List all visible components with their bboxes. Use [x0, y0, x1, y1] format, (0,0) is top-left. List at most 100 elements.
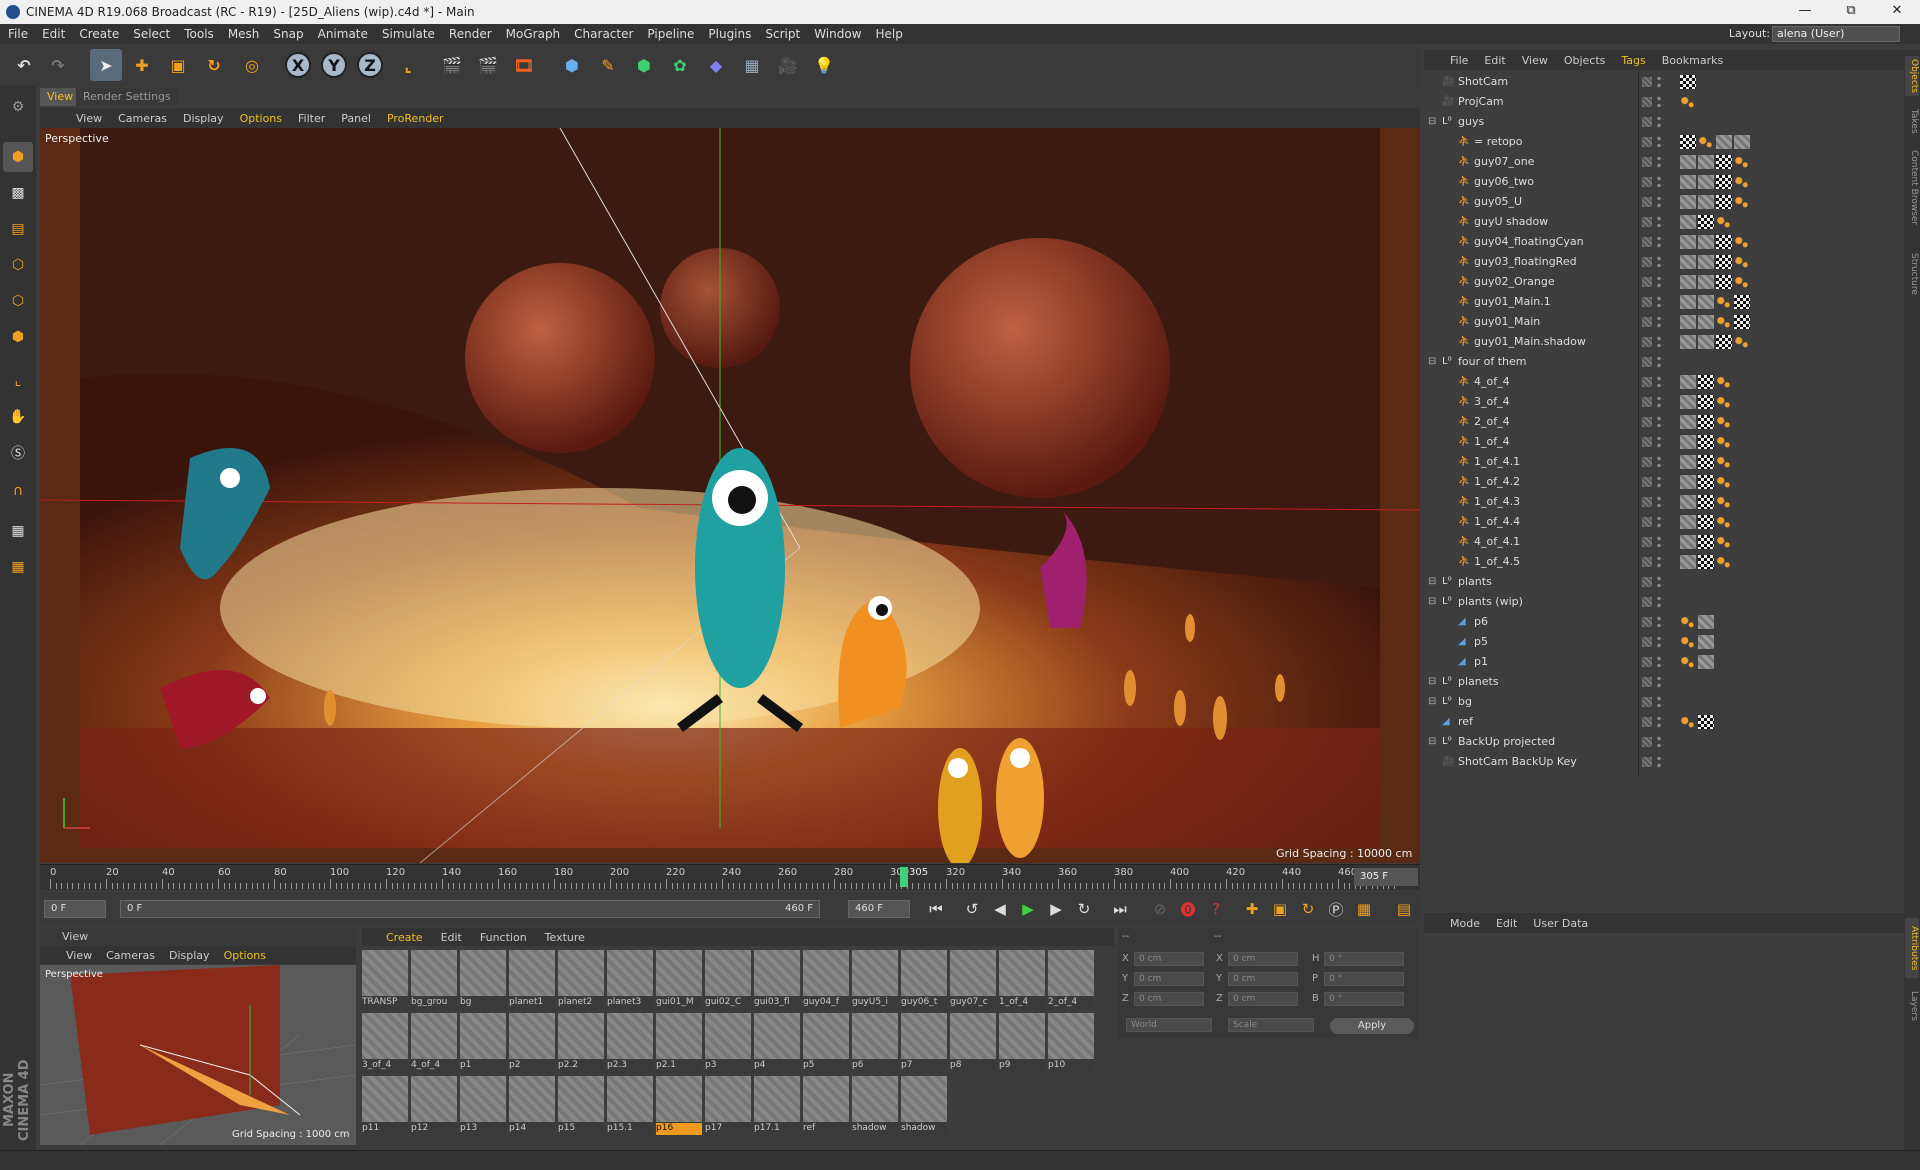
- vp-menu-options[interactable]: Options: [240, 112, 282, 125]
- visibility-dots-icon[interactable]: [1656, 95, 1662, 109]
- key-pla-icon[interactable]: ▦: [1352, 897, 1376, 921]
- menu-simulate[interactable]: Simulate: [382, 27, 435, 41]
- preview-range-slider[interactable]: 0 F 460 F: [120, 900, 820, 918]
- object-name[interactable]: planets: [1458, 672, 1499, 692]
- material-swatch[interactable]: p5: [803, 1013, 849, 1073]
- object-row[interactable]: ⊟ L⁰ BackUp projected: [1424, 732, 1904, 752]
- material-swatch[interactable]: guy06_t: [901, 950, 947, 1010]
- material-swatch[interactable]: bg_grou: [411, 950, 457, 1010]
- object-name[interactable]: ShotCam: [1458, 72, 1508, 92]
- texture-tag-icon[interactable]: [1680, 555, 1696, 569]
- expand-toggle-icon[interactable]: ⊟: [1428, 692, 1436, 712]
- material-swatch[interactable]: gui03_fl: [754, 950, 800, 1010]
- start-frame-field[interactable]: 0 F: [44, 900, 106, 918]
- vp-menu-filter[interactable]: Filter: [298, 112, 325, 125]
- side-tab-layers[interactable]: Layers: [1905, 986, 1919, 1026]
- material-swatch[interactable]: p12: [411, 1076, 457, 1136]
- visibility-dots-icon[interactable]: [1656, 155, 1662, 169]
- object-name[interactable]: 1_of_4.4: [1474, 512, 1520, 532]
- object-name[interactable]: 2_of_4: [1474, 412, 1510, 432]
- menu-plugins[interactable]: Plugins: [708, 27, 751, 41]
- om-menu-edit[interactable]: Edit: [1484, 54, 1505, 67]
- display-tag-icon[interactable]: [1698, 715, 1714, 729]
- visibility-dots-icon[interactable]: [1656, 555, 1662, 569]
- material-swatch[interactable]: planet2: [558, 950, 604, 1010]
- menu-render[interactable]: Render: [449, 27, 492, 41]
- menu-edit[interactable]: Edit: [42, 27, 65, 41]
- display-tag-icon[interactable]: [1698, 475, 1714, 489]
- minimize-button[interactable]: —: [1782, 0, 1828, 24]
- material-swatch[interactable]: p2: [509, 1013, 555, 1073]
- display-tag-icon[interactable]: [1698, 555, 1714, 569]
- vp2-menu-view[interactable]: View: [66, 949, 92, 962]
- am-menu-mode[interactable]: Mode: [1450, 917, 1480, 930]
- object-name[interactable]: guy07_one: [1474, 152, 1534, 172]
- object-row[interactable]: ⛹ guy01_Main.shadow: [1424, 332, 1904, 352]
- texture-tag-icon[interactable]: [1698, 195, 1714, 209]
- coord-value-field[interactable]: 0 °: [1324, 972, 1404, 986]
- visibility-dots-icon[interactable]: [1656, 595, 1662, 609]
- object-row[interactable]: ⛹ 1_of_4.1: [1424, 452, 1904, 472]
- display-tag-icon[interactable]: [1698, 415, 1714, 429]
- layer-icon[interactable]: [1642, 297, 1652, 307]
- texture-tag-icon[interactable]: [1698, 155, 1714, 169]
- object-name[interactable]: 3_of_4: [1474, 392, 1510, 412]
- am-menu-edit[interactable]: Edit: [1496, 917, 1517, 930]
- texture-tag-icon[interactable]: [1680, 415, 1696, 429]
- display-tag-icon[interactable]: [1680, 75, 1696, 89]
- phong-tag-icon[interactable]: [1716, 435, 1732, 449]
- layer-icon[interactable]: [1642, 657, 1652, 667]
- goto-start-icon[interactable]: ⏮: [924, 897, 948, 921]
- object-name[interactable]: guy01_Main.shadow: [1474, 332, 1586, 352]
- object-row[interactable]: ⛹ 3_of_4: [1424, 392, 1904, 412]
- visibility-dots-icon[interactable]: [1656, 115, 1662, 129]
- object-row[interactable]: 🎥 ShotCam: [1424, 72, 1904, 92]
- material-swatch[interactable]: p2.1: [656, 1013, 702, 1073]
- phong-tag-icon[interactable]: [1716, 495, 1732, 509]
- object-name[interactable]: ref: [1458, 712, 1473, 732]
- vp-menu-display[interactable]: Display: [183, 112, 224, 125]
- visibility-dots-icon[interactable]: [1656, 315, 1662, 329]
- material-swatch[interactable]: p4: [754, 1013, 800, 1073]
- object-name[interactable]: 1_of_4: [1474, 432, 1510, 452]
- layer-icon[interactable]: [1642, 317, 1652, 327]
- texture-tag-icon[interactable]: [1698, 635, 1714, 649]
- phong-tag-icon[interactable]: [1716, 515, 1732, 529]
- visibility-dots-icon[interactable]: [1656, 355, 1662, 369]
- object-row[interactable]: ⊟ L⁰ plants: [1424, 572, 1904, 592]
- object-row[interactable]: ⛹ 1_of_4.4: [1424, 512, 1904, 532]
- key-scale-icon[interactable]: ▣: [1268, 897, 1292, 921]
- material-swatch[interactable]: guy07_c: [950, 950, 996, 1010]
- key-position-icon[interactable]: ✚: [1240, 897, 1264, 921]
- visibility-dots-icon[interactable]: [1656, 755, 1662, 769]
- layer-icon[interactable]: [1642, 397, 1652, 407]
- pen-spline-icon[interactable]: ✎: [592, 49, 624, 81]
- scale-icon[interactable]: ▣: [162, 49, 194, 81]
- display-tag-icon[interactable]: [1698, 375, 1714, 389]
- menu-pipeline[interactable]: Pipeline: [647, 27, 694, 41]
- object-name[interactable]: bg: [1458, 692, 1472, 712]
- material-swatch[interactable]: p9: [999, 1013, 1045, 1073]
- om-menu-tags[interactable]: Tags: [1621, 54, 1645, 67]
- tweak-mode-icon[interactable]: ✋: [3, 402, 33, 432]
- vp2-menu-cameras[interactable]: Cameras: [106, 949, 155, 962]
- visibility-dots-icon[interactable]: [1656, 695, 1662, 709]
- object-row[interactable]: ◢ p6: [1424, 612, 1904, 632]
- phong-tag-icon[interactable]: [1716, 215, 1732, 229]
- display-tag-icon[interactable]: [1698, 455, 1714, 469]
- menu-mesh[interactable]: Mesh: [228, 27, 260, 41]
- object-name[interactable]: plants (wip): [1458, 592, 1523, 612]
- expand-toggle-icon[interactable]: ⊟: [1428, 732, 1436, 752]
- coord-value-field[interactable]: 0 °: [1324, 992, 1404, 1006]
- layer-icon[interactable]: [1642, 337, 1652, 347]
- display-tag-icon[interactable]: [1698, 515, 1714, 529]
- object-name[interactable]: guy05_U: [1474, 192, 1522, 212]
- light-icon[interactable]: 💡: [808, 49, 840, 81]
- phong-tag-icon[interactable]: [1680, 715, 1696, 729]
- timeline-ruler[interactable]: 0 20 40 60 80 100 120 140 160 180 200 220 240 260 280 3…: [40, 864, 1420, 890]
- object-row[interactable]: ⛹ guy03_floatingRed: [1424, 252, 1904, 272]
- visibility-dots-icon[interactable]: [1656, 655, 1662, 669]
- layer-icon[interactable]: [1642, 357, 1652, 367]
- recent-tool-icon[interactable]: ◎: [236, 49, 268, 81]
- layer-icon[interactable]: [1642, 617, 1652, 627]
